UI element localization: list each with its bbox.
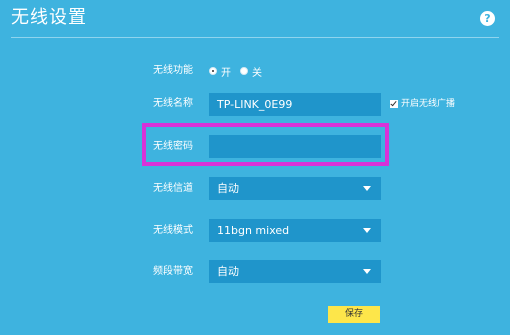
channel-select-value: 自动	[217, 182, 239, 195]
radio-off-label: 关	[252, 67, 262, 79]
password-input[interactable]	[209, 135, 381, 158]
mode-select[interactable]: 11bgn mixed	[209, 219, 381, 242]
radio-on[interactable]: 开	[209, 64, 231, 79]
radio-off[interactable]: 关	[240, 64, 262, 79]
help-icon[interactable]: ?	[480, 11, 495, 26]
channel-select[interactable]: 自动	[209, 177, 381, 200]
save-button[interactable]: 保存	[328, 306, 380, 323]
ssid-input[interactable]: TP-LINK_0E99	[209, 93, 381, 116]
wireless-function-label: 无线功能	[153, 65, 193, 76]
broadcast-checkbox-label: 开启无线广播	[401, 99, 456, 109]
broadcast-checkbox-box[interactable]	[390, 100, 398, 108]
title-divider	[11, 37, 499, 38]
mode-label: 无线模式	[153, 225, 193, 236]
password-label: 无线密码	[153, 141, 193, 152]
chevron-down-icon	[363, 228, 371, 233]
chevron-down-icon	[363, 269, 371, 274]
channel-label: 无线信道	[153, 183, 193, 194]
bandwidth-select[interactable]: 自动	[209, 260, 381, 283]
radio-on-label: 开	[221, 67, 231, 79]
bandwidth-label: 频段带宽	[153, 266, 193, 277]
page-title: 无线设置	[11, 7, 87, 28]
ssid-label: 无线名称	[153, 98, 193, 109]
radio-on-dot[interactable]	[209, 67, 217, 75]
mode-select-value: 11bgn mixed	[217, 224, 290, 237]
chevron-down-icon	[363, 186, 371, 191]
broadcast-checkbox[interactable]: 开启无线广播	[390, 98, 455, 110]
bandwidth-select-value: 自动	[217, 265, 239, 278]
radio-off-dot[interactable]	[240, 67, 248, 75]
wireless-function-radio-group: 开 关	[209, 64, 271, 79]
